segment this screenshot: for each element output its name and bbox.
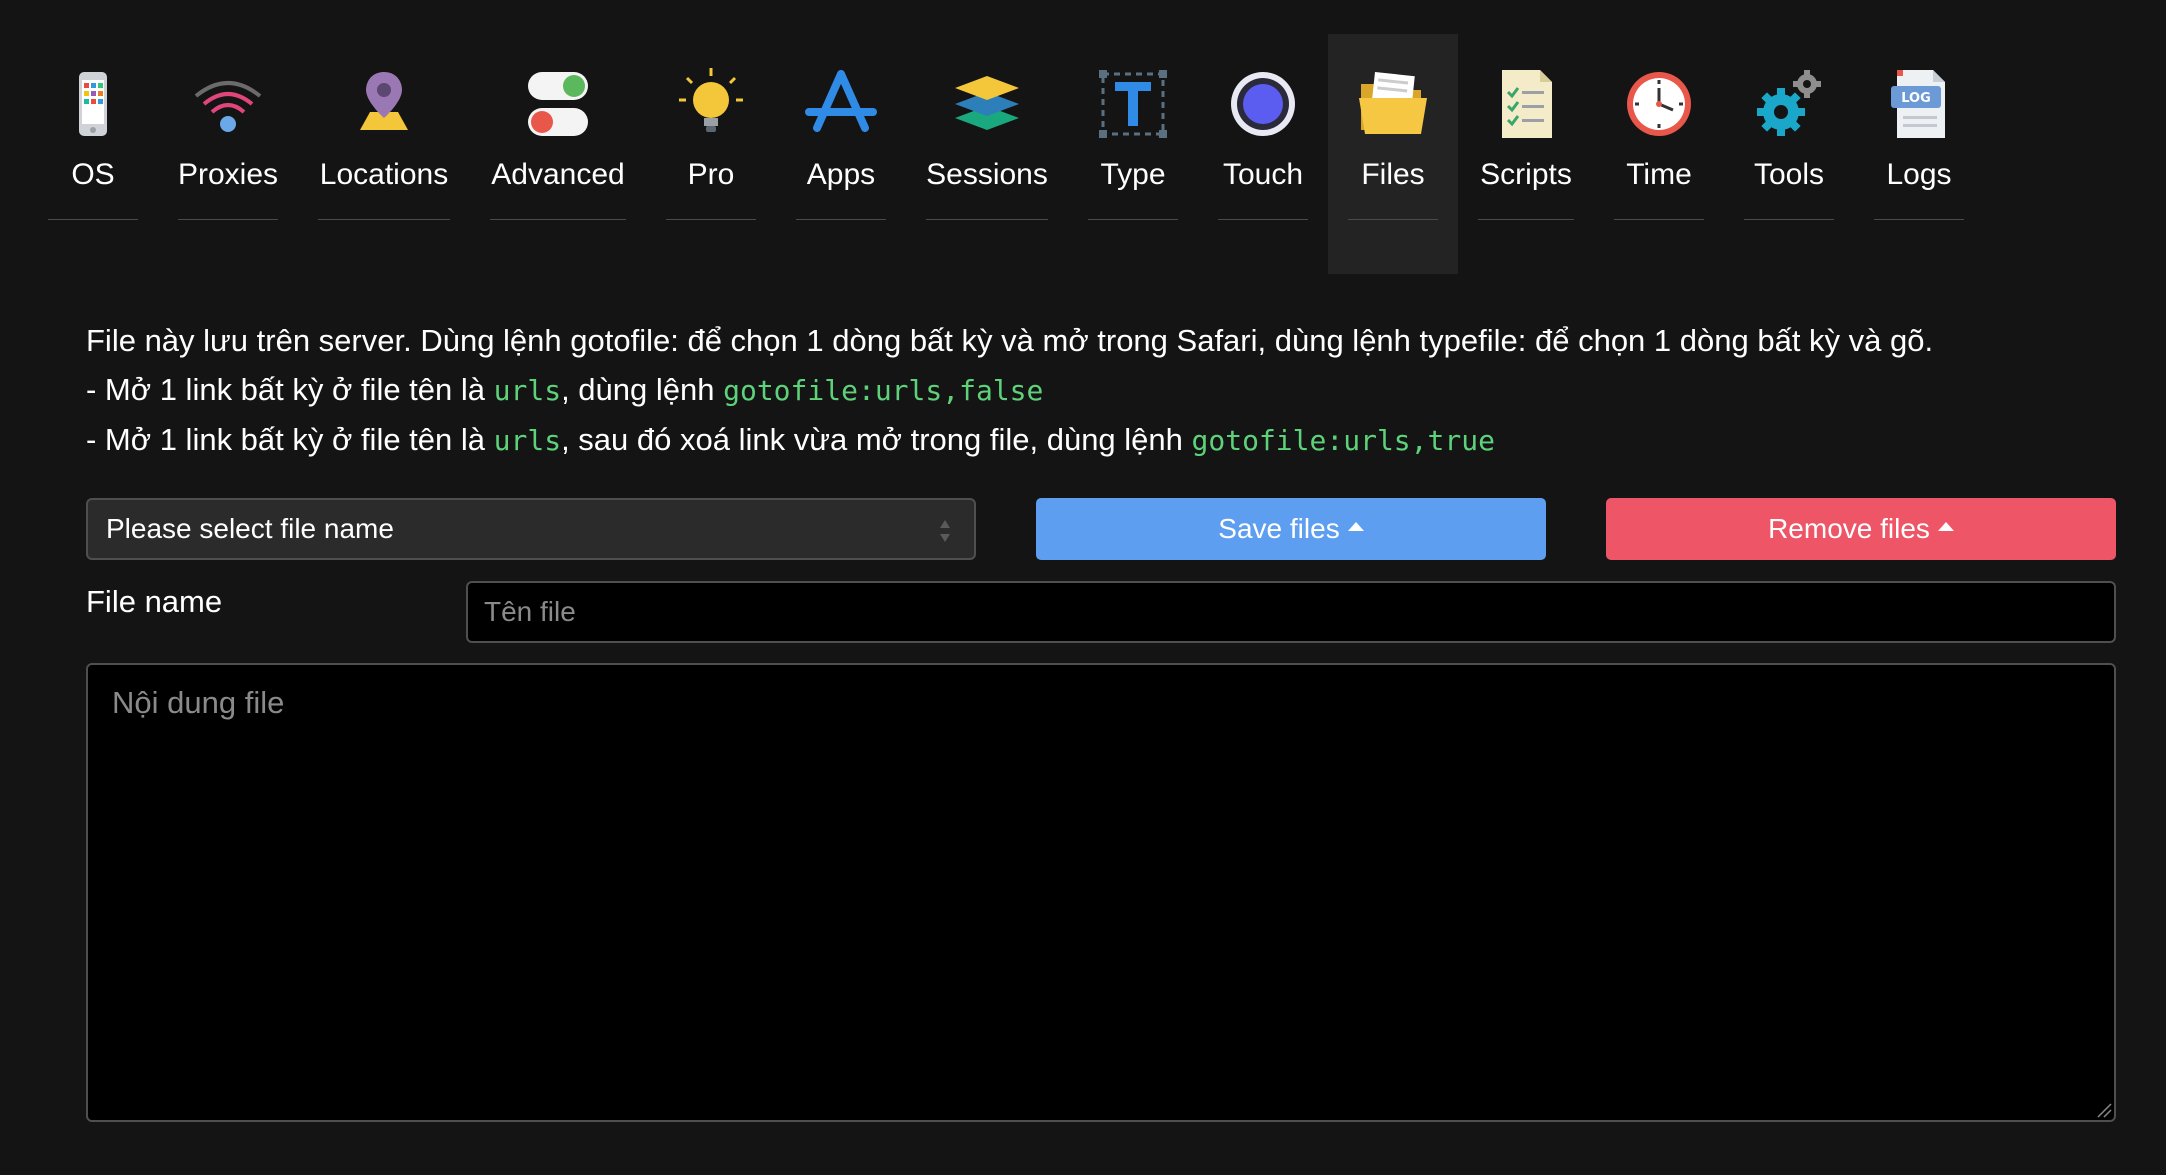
tab-sessions-label: Sessions (926, 158, 1048, 191)
tab-advanced-underline (490, 219, 626, 220)
tab-sessions[interactable]: Sessions (926, 34, 1048, 274)
tab-advanced[interactable]: Advanced (490, 34, 626, 274)
layers-icon (949, 66, 1025, 142)
tab-locations-label: Locations (319, 158, 449, 191)
save-files-label: Save files (1218, 513, 1340, 544)
file-name-select-value: Please select file name (106, 513, 394, 544)
code-urls: urls (493, 374, 562, 407)
tab-os[interactable]: OS (48, 34, 138, 274)
tab-scripts[interactable]: Scripts (1478, 34, 1574, 274)
code-urls: urls (493, 424, 562, 457)
folder-icon (1355, 66, 1431, 142)
tab-pro[interactable]: Pro (666, 34, 756, 274)
clock-icon (1621, 66, 1697, 142)
code-gotofile-false: gotofile:urls,false (723, 374, 1044, 407)
caret-up-icon (1347, 521, 1364, 531)
file-name-label: File name (86, 584, 223, 619)
tab-proxies[interactable]: Proxies (178, 34, 278, 274)
tab-type-label: Type (1100, 158, 1166, 191)
tab-bar: OS Proxies Locations Advanced Pro Apps S… (0, 0, 2166, 280)
help-line-2-mid: , dùng lệnh (561, 372, 724, 407)
tab-files[interactable]: Files (1328, 34, 1458, 274)
tab-os-underline (48, 219, 138, 220)
tab-logs[interactable]: LOG Logs (1874, 34, 1964, 274)
tab-advanced-label: Advanced (491, 158, 625, 191)
tab-tools-label: Tools (1753, 158, 1825, 191)
wifi-icon (190, 66, 266, 142)
tab-scripts-underline (1478, 219, 1574, 220)
file-name-input[interactable] (466, 581, 2116, 643)
tab-locations-underline (318, 219, 450, 220)
tab-pro-underline (666, 219, 756, 220)
tab-logs-underline (1874, 219, 1964, 220)
touch-circle-icon (1225, 66, 1301, 142)
remove-files-label: Remove files (1768, 513, 1930, 544)
remove-files-button[interactable]: Remove files (1606, 498, 2116, 560)
code-gotofile-true: gotofile:urls,true (1191, 424, 1495, 457)
save-files-button[interactable]: Save files (1036, 498, 1546, 560)
tab-apps[interactable]: Apps (796, 34, 886, 274)
svg-text:LOG: LOG (1901, 91, 1931, 106)
help-line-2: - Mở 1 link bất kỳ ở file tên là urls, d… (86, 365, 1933, 415)
select-arrows-icon (940, 520, 950, 542)
tab-time[interactable]: Time (1614, 34, 1704, 274)
map-pin-icon (346, 66, 422, 142)
gears-icon (1751, 66, 1827, 142)
tab-os-label: OS (71, 158, 115, 191)
tab-touch-underline (1218, 219, 1308, 220)
file-content-textarea[interactable] (86, 663, 2116, 1122)
log-file-icon: LOG (1881, 66, 1957, 142)
text-cursor-icon (1095, 66, 1171, 142)
tab-touch[interactable]: Touch (1218, 34, 1308, 274)
phone-icon (55, 66, 131, 142)
tab-apps-underline (796, 219, 886, 220)
tab-time-label: Time (1626, 158, 1692, 191)
tab-type-underline (1088, 219, 1178, 220)
help-line-3-mid: , sau đó xoá link vừa mở trong file, dùn… (561, 422, 1192, 457)
checklist-icon (1488, 66, 1564, 142)
tab-tools[interactable]: Tools (1744, 34, 1834, 274)
tab-pro-label: Pro (687, 158, 735, 191)
tab-sessions-underline (926, 219, 1048, 220)
tab-proxies-label: Proxies (177, 158, 279, 191)
lightbulb-icon (673, 66, 749, 142)
tab-apps-label: Apps (806, 158, 876, 191)
tab-proxies-underline (178, 219, 278, 220)
tab-locations[interactable]: Locations (318, 34, 450, 274)
tab-logs-label: Logs (1886, 158, 1952, 191)
toggles-icon (520, 66, 596, 142)
tab-time-underline (1614, 219, 1704, 220)
tab-scripts-label: Scripts (1480, 158, 1572, 191)
files-help-text: File này lưu trên server. Dùng lệnh goto… (86, 316, 1933, 465)
tab-files-underline (1348, 219, 1438, 220)
tab-touch-label: Touch (1222, 158, 1304, 191)
help-line-3: - Mở 1 link bất kỳ ở file tên là urls, s… (86, 415, 1933, 465)
app-store-icon (803, 66, 879, 142)
caret-up-icon (1937, 521, 1954, 531)
help-line-2-prefix: - Mở 1 link bất kỳ ở file tên là (86, 372, 494, 407)
tab-files-label: Files (1361, 158, 1425, 191)
help-line-3-prefix: - Mở 1 link bất kỳ ở file tên là (86, 422, 494, 457)
tab-type[interactable]: Type (1088, 34, 1178, 274)
tab-tools-underline (1744, 219, 1834, 220)
file-name-select[interactable]: Please select file name (86, 498, 976, 560)
resize-grip-icon[interactable] (2096, 1102, 2112, 1118)
help-line-1: File này lưu trên server. Dùng lệnh goto… (86, 323, 1934, 358)
